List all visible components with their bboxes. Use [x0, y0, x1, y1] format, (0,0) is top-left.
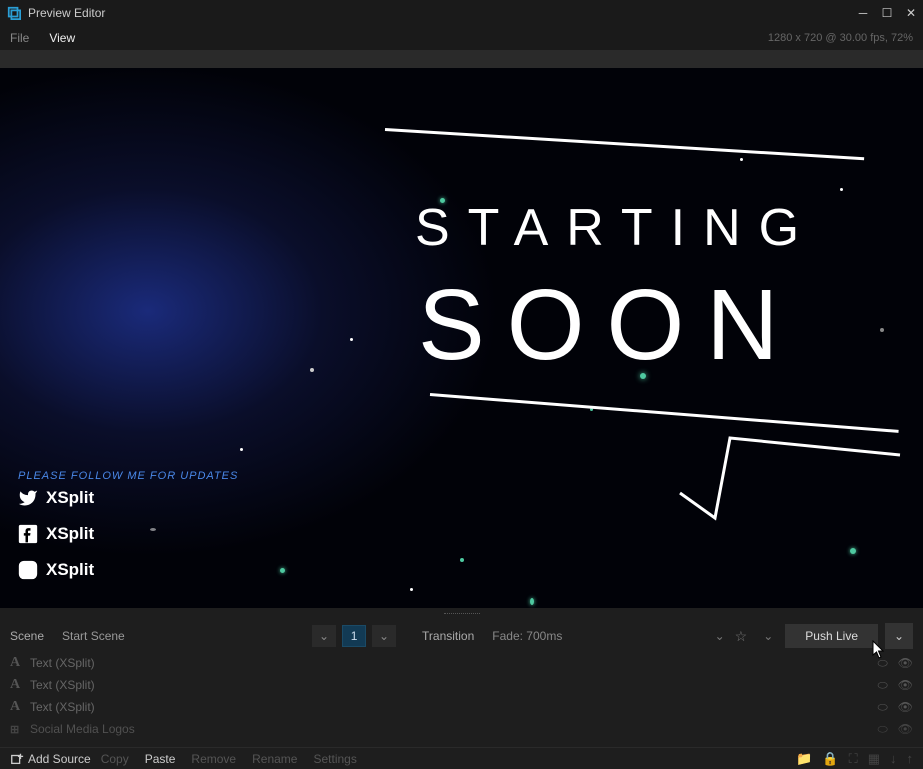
- menu-view[interactable]: View: [39, 27, 85, 49]
- scene-dropdown[interactable]: ⌄: [312, 625, 336, 647]
- scene-label: Scene: [10, 629, 44, 643]
- minimize-button[interactable]: ─: [851, 0, 875, 26]
- visibility-icon[interactable]: 👁: [898, 656, 913, 671]
- toolbar-strip: [0, 50, 923, 68]
- rename-button[interactable]: Rename: [246, 752, 303, 766]
- preview-text-soon: SOON: [418, 268, 800, 383]
- link-icon[interactable]: ⬭: [878, 678, 888, 693]
- menu-file[interactable]: File: [0, 27, 39, 49]
- lock-icon[interactable]: 🔒: [822, 751, 838, 767]
- social-instagram: XSplit: [18, 560, 94, 580]
- scene-select[interactable]: Start Scene: [56, 625, 306, 647]
- paste-button[interactable]: Paste: [139, 752, 182, 766]
- twitter-icon: [18, 488, 38, 508]
- resolution-status: 1280 x 720 @ 30.00 fps, 72%: [768, 32, 913, 44]
- footer-bar: Add Source Copy Paste Remove Rename Sett…: [0, 747, 923, 769]
- settings-button[interactable]: Settings: [307, 752, 362, 766]
- facebook-icon: [18, 524, 38, 544]
- transition-label: Transition: [422, 629, 474, 643]
- social-facebook-label: XSplit: [46, 524, 94, 544]
- expand-icon[interactable]: ⛶: [849, 751, 858, 767]
- title-bar: Preview Editor ─ ☐ ✕: [0, 0, 923, 26]
- source-list: A Text (XSplit) ⬭ 👁 A Text (XSplit) ⬭ 👁 A …: [0, 652, 923, 747]
- preview-follow-text: PLEASE FOLLOW ME FOR UPDATES: [18, 470, 238, 482]
- source-row[interactable]: ⊞ Social Media Logos ⬭ 👁: [0, 718, 923, 740]
- move-down-icon[interactable]: ↓: [890, 751, 897, 767]
- text-icon: A: [10, 677, 30, 693]
- close-button[interactable]: ✕: [899, 0, 923, 26]
- push-live-dropdown[interactable]: ⌄: [885, 623, 913, 649]
- menu-bar: File View 1280 x 720 @ 30.00 fps, 72%: [0, 26, 923, 50]
- folder-icon[interactable]: 📁: [796, 751, 812, 767]
- social-instagram-label: XSplit: [46, 560, 94, 580]
- favorite-button[interactable]: ☆: [731, 628, 752, 645]
- source-name: Text (XSplit): [30, 678, 878, 692]
- push-live-button[interactable]: Push Live: [785, 624, 878, 648]
- decor-line-top: [385, 128, 864, 160]
- scene-number-dropdown[interactable]: ⌄: [372, 625, 396, 647]
- add-source-label: Add Source: [28, 752, 91, 766]
- transition-value: Fade: 700ms: [492, 629, 562, 643]
- scene-bar: Scene Start Scene ⌄ 1 ⌄ Transition Fade:…: [0, 620, 923, 652]
- link-icon[interactable]: ⬭: [878, 700, 888, 715]
- source-name: Text (XSplit): [30, 700, 878, 714]
- decor-line-bottom: [430, 393, 899, 433]
- decor-chevron: [675, 433, 905, 533]
- grid-icon[interactable]: ▦: [868, 751, 880, 767]
- source-name: Text (XSplit): [30, 656, 878, 670]
- transition-menu[interactable]: ⌄: [757, 629, 779, 643]
- transition-dropdown[interactable]: ⌄: [715, 629, 725, 643]
- social-twitter-label: XSplit: [46, 488, 94, 508]
- link-icon[interactable]: ⬭: [878, 722, 888, 737]
- social-twitter: XSplit: [18, 488, 94, 508]
- social-facebook: XSplit: [18, 524, 94, 544]
- window-title: Preview Editor: [28, 6, 105, 20]
- transition-select[interactable]: Fade: 700ms: [486, 625, 646, 647]
- instagram-icon: [18, 560, 38, 580]
- source-name: Social Media Logos: [30, 722, 878, 736]
- source-row[interactable]: A Text (XSplit) ⬭ 👁: [0, 674, 923, 696]
- scene-number[interactable]: 1: [342, 625, 366, 647]
- panel-grip[interactable]: [0, 608, 923, 620]
- visibility-icon[interactable]: 👁: [898, 700, 913, 715]
- push-live-label: Push Live: [805, 629, 858, 643]
- preview-canvas[interactable]: STARTING SOON PLEASE FOLLOW ME FOR UPDAT…: [0, 68, 923, 608]
- visibility-icon[interactable]: 👁: [898, 678, 913, 693]
- add-icon: [10, 752, 24, 766]
- copy-button[interactable]: Copy: [95, 752, 135, 766]
- preview-text-starting: STARTING: [415, 198, 817, 258]
- group-icon: ⊞: [10, 723, 30, 736]
- link-icon[interactable]: ⬭: [878, 656, 888, 671]
- source-row[interactable]: A Text (XSplit) ⬭ 👁: [0, 696, 923, 718]
- scene-name: Start Scene: [62, 629, 125, 643]
- text-icon: A: [10, 655, 30, 671]
- text-icon: A: [10, 699, 30, 715]
- app-icon: [6, 5, 22, 21]
- remove-button[interactable]: Remove: [185, 752, 242, 766]
- visibility-icon[interactable]: 👁: [898, 722, 913, 737]
- source-row[interactable]: A Text (XSplit) ⬭ 👁: [0, 652, 923, 674]
- add-source-button[interactable]: Add Source: [10, 752, 91, 766]
- move-up-icon[interactable]: ↑: [907, 751, 914, 767]
- maximize-button[interactable]: ☐: [875, 0, 899, 26]
